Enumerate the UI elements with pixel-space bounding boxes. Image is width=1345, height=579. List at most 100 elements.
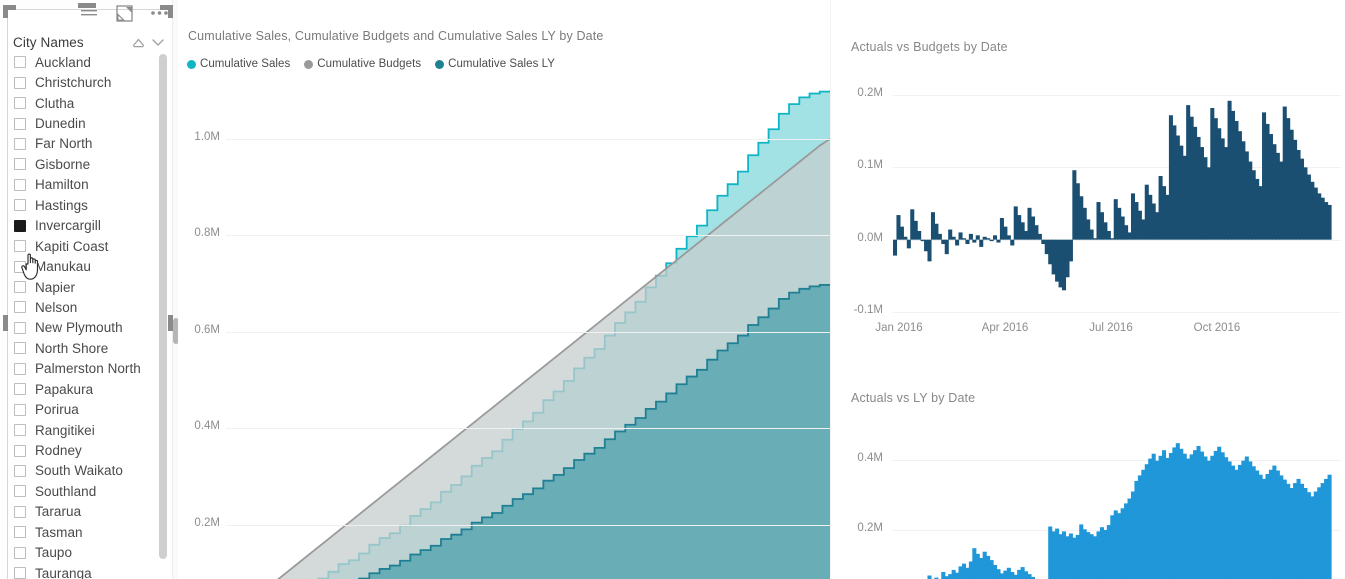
slicer-checkbox[interactable] [14, 424, 26, 437]
slicer-item-list[interactable]: Auckland Christchurch Clutha Dunedin Far Nor… [10, 52, 158, 579]
slicer-item-auckland[interactable]: Auckland [10, 52, 158, 72]
slicer-item-christchurch[interactable]: Christchurch [10, 72, 158, 92]
gridline [226, 235, 830, 237]
gridline [226, 331, 830, 333]
slicer-checkbox[interactable] [14, 321, 26, 334]
slicer-title: City Names [13, 34, 84, 50]
slicer-item-hastings[interactable]: Hastings [10, 195, 158, 215]
actuals-vs-ly-title: Actuals vs LY by Date [851, 391, 976, 405]
visual-toolbar [79, 3, 169, 23]
slicer-item-tauranga[interactable]: Tauranga [10, 563, 158, 579]
clear-selections-icon[interactable] [128, 32, 148, 52]
slicer-item-dunedin[interactable]: Dunedin [10, 113, 158, 133]
more-options-icon[interactable] [149, 3, 169, 23]
slicer-checkbox[interactable] [14, 199, 26, 212]
slicer-checkbox[interactable] [14, 76, 26, 89]
slicer-checkbox[interactable] [14, 137, 26, 150]
slicer-checkbox[interactable] [14, 240, 26, 253]
slicer-checkbox[interactable] [14, 219, 26, 232]
selection-handle-middle-left[interactable] [3, 315, 8, 331]
focus-mode-icon[interactable] [114, 3, 134, 23]
legend-marker-icon [187, 59, 196, 69]
slicer-item-kapiti-coast[interactable]: Kapiti Coast [10, 236, 158, 256]
slicer-item-rodney[interactable]: Rodney [10, 440, 158, 460]
slicer-checkbox[interactable] [14, 383, 26, 396]
slicer-item-label: South Waikato [35, 463, 123, 479]
slicer-item-label: Nelson [35, 299, 78, 315]
actuals-vs-ly-series[interactable] [831, 410, 1345, 579]
slicer-item-label: Tasman [35, 524, 83, 540]
cumulative-chart-series[interactable] [178, 80, 830, 579]
slicer-item-hamilton[interactable]: Hamilton [10, 175, 158, 195]
y-axis-tick-label: 1.0M [194, 130, 220, 143]
slicer-item-palmerston-north[interactable]: Palmerston North [10, 359, 158, 379]
slicer-checkbox[interactable] [14, 444, 26, 457]
slicer-checkbox[interactable] [14, 342, 26, 355]
legend-marker-icon [304, 59, 314, 69]
y-axis-tick-label: 0.2M [194, 516, 220, 529]
slicer-header: City Names [13, 31, 168, 53]
slicer-item-north-shore[interactable]: North Shore [10, 338, 158, 358]
slicer-item-label: Kapiti Coast [35, 238, 109, 254]
slicer-checkbox[interactable] [14, 485, 26, 498]
slicer-item-south-waikato[interactable]: South Waikato [10, 461, 158, 481]
legend-label: Cumulative Sales LY [448, 58, 555, 70]
slicer-item-tararua[interactable]: Tararua [10, 502, 158, 522]
slicer-checkbox[interactable] [14, 403, 26, 416]
filter-icon[interactable] [79, 3, 99, 23]
slicer-item-napier[interactable]: Napier [10, 277, 158, 297]
cumulative-chart-plot: 1.0M 0.8M 0.6M 0.4M 0.2M [178, 80, 830, 579]
slicer-checkbox[interactable] [14, 362, 26, 375]
city-names-slicer-panel: City Names Auckland Christchurch Clutha Dun… [0, 0, 178, 579]
slicer-item-far-north[interactable]: Far North [10, 134, 158, 154]
slicer-scrollbar-track[interactable] [159, 52, 167, 572]
slicer-item-invercargill[interactable]: Invercargill [10, 216, 158, 236]
slicer-item-label: Clutha [35, 95, 75, 111]
chevron-down-icon[interactable] [148, 32, 168, 52]
slicer-checkbox[interactable] [14, 97, 26, 110]
slicer-item-label: Christchurch [35, 75, 112, 91]
slicer-item-new-plymouth[interactable]: New Plymouth [10, 318, 158, 338]
slicer-item-rangitikei[interactable]: Rangitikei [10, 420, 158, 440]
slicer-item-label: Dunedin [35, 116, 86, 132]
slicer-checkbox[interactable] [14, 158, 26, 171]
slicer-item-clutha[interactable]: Clutha [10, 93, 158, 113]
slicer-item-label: New Plymouth [35, 320, 123, 336]
y-axis-tick-label: 0.6M [194, 323, 220, 336]
selection-handle-left[interactable] [3, 5, 8, 18]
slicer-checkbox[interactable] [14, 178, 26, 191]
actuals-vs-budgets-series[interactable] [831, 0, 1345, 345]
slicer-item-gisborne[interactable]: Gisborne [10, 154, 158, 174]
slicer-checkbox[interactable] [14, 567, 26, 579]
slicer-item-label: North Shore [35, 340, 109, 356]
slicer-item-southland[interactable]: Southland [10, 481, 158, 501]
slicer-item-papakura[interactable]: Papakura [10, 379, 158, 399]
slicer-checkbox[interactable] [14, 117, 26, 130]
y-axis-tick-label: 0.8M [194, 227, 220, 240]
slicer-checkbox[interactable] [14, 281, 26, 294]
cumulative-chart-visual: Cumulative Sales, Cumulative Budgets and… [178, 0, 830, 579]
slicer-checkbox[interactable] [14, 56, 26, 69]
legend-entry-2[interactable]: Cumulative Sales LY [435, 58, 555, 70]
slicer-checkbox[interactable] [14, 464, 26, 477]
slicer-item-tasman[interactable]: Tasman [10, 522, 158, 542]
slicer-item-taupo[interactable]: Taupo [10, 543, 158, 563]
slicer-checkbox[interactable] [14, 505, 26, 518]
slicer-item-porirua[interactable]: Porirua [10, 399, 158, 419]
slicer-item-label: Porirua [35, 402, 79, 418]
cumulative-chart-title: Cumulative Sales, Cumulative Budgets and… [188, 29, 604, 43]
slicer-checkbox[interactable] [14, 526, 26, 539]
slicer-checkbox[interactable] [14, 260, 26, 273]
legend-entry-1[interactable]: Cumulative Budgets [304, 58, 421, 70]
slicer-item-nelson[interactable]: Nelson [10, 297, 158, 317]
selection-handle-middle-right[interactable] [168, 315, 173, 331]
slicer-checkbox[interactable] [14, 546, 26, 559]
slicer-item-manukau[interactable]: Manukau [10, 256, 158, 276]
slicer-item-label: Manukau [35, 259, 91, 275]
legend-marker-icon [435, 59, 445, 69]
slicer-scrollbar-thumb[interactable] [159, 54, 167, 559]
gridline [226, 524, 830, 526]
slicer-checkbox[interactable] [14, 301, 26, 314]
legend-entry-0[interactable]: Cumulative Sales [187, 58, 290, 70]
slicer-item-label: Far North [35, 136, 93, 152]
